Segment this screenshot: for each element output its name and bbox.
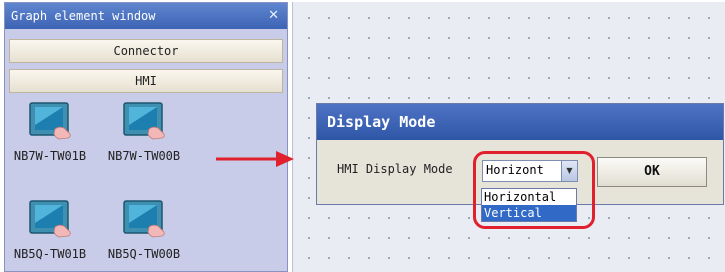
hmi-touch-panel-icon <box>29 200 71 238</box>
hmi-touch-panel-icon <box>123 200 165 238</box>
panel-title: Graph element window <box>11 9 156 23</box>
display-mode-options: Horizontal Vertical <box>481 188 577 222</box>
panel-title-bar: Graph element window ✕ <box>5 3 287 29</box>
dialog-title: Display Mode <box>317 104 723 140</box>
device-item-nb7w-tw00b[interactable]: NB7W-TW00B <box>99 101 189 163</box>
option-horizontal[interactable]: Horizontal <box>482 189 576 205</box>
graph-element-window: Graph element window ✕ Connector HMI NB7… <box>4 2 288 272</box>
display-mode-select[interactable]: Horizont ▼ <box>482 160 578 182</box>
device-item-nb7w-tw01b[interactable]: NB7W-TW01B <box>5 101 95 163</box>
device-item-nb5q-tw01b[interactable]: NB5Q-TW01B <box>5 199 95 261</box>
ok-button[interactable]: OK <box>597 157 707 187</box>
device-label: NB5Q-TW01B <box>13 247 87 261</box>
annotation-arrow-icon <box>216 151 294 167</box>
option-vertical[interactable]: Vertical <box>482 205 576 221</box>
chevron-down-icon[interactable]: ▼ <box>561 161 577 181</box>
display-mode-label: HMI Display Mode <box>337 162 453 176</box>
device-item-nb5q-tw00b[interactable]: NB5Q-TW00B <box>99 199 189 261</box>
close-icon[interactable]: ✕ <box>268 3 279 29</box>
device-label: NB7W-TW00B <box>107 149 181 163</box>
device-label: NB7W-TW01B <box>13 149 87 163</box>
hmi-touch-panel-icon <box>29 102 71 140</box>
category-hmi-button[interactable]: HMI <box>9 69 283 93</box>
category-connector-button[interactable]: Connector <box>9 39 283 63</box>
hmi-touch-panel-icon <box>123 102 165 140</box>
display-mode-value: Horizont <box>486 163 544 177</box>
device-label: NB5Q-TW00B <box>107 247 181 261</box>
